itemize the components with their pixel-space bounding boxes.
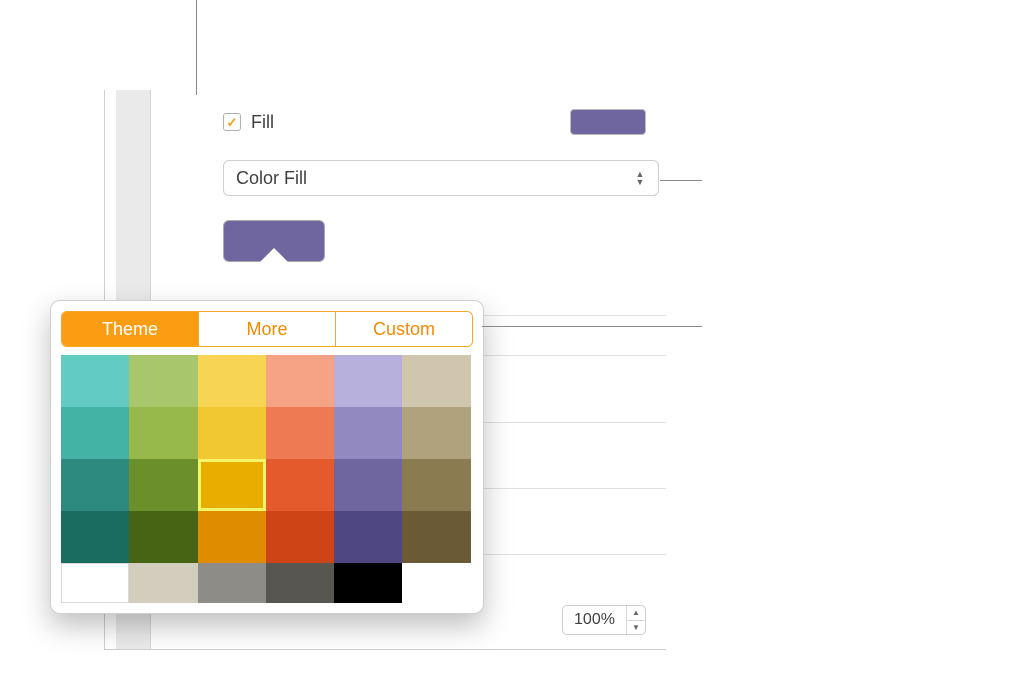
callout-leader <box>482 326 702 327</box>
fill-type-value: Color Fill <box>236 168 307 189</box>
fill-type-dropdown[interactable]: Color Fill ▲▼ <box>223 160 659 196</box>
color-swatch[interactable] <box>129 563 197 603</box>
color-swatch[interactable] <box>61 563 129 603</box>
color-swatch[interactable] <box>266 563 334 603</box>
callout-leader <box>660 180 702 181</box>
color-swatch[interactable] <box>266 355 334 407</box>
fill-color-well[interactable] <box>223 220 325 262</box>
color-swatch[interactable] <box>198 459 266 511</box>
fill-checkbox[interactable]: ✓ <box>223 113 241 131</box>
color-swatch[interactable] <box>61 355 129 407</box>
updown-icon: ▲▼ <box>634 169 646 187</box>
color-swatch[interactable] <box>61 511 129 563</box>
stepper-down[interactable]: ▼ <box>627 621 645 635</box>
color-swatch[interactable] <box>198 563 266 603</box>
color-swatch[interactable] <box>402 511 470 563</box>
color-swatch[interactable] <box>266 511 334 563</box>
color-swatch[interactable] <box>402 355 470 407</box>
tab-more[interactable]: More <box>199 312 336 346</box>
opacity-value: 100% <box>563 611 626 629</box>
opacity-stepper[interactable]: 100% ▲ ▼ <box>562 605 646 635</box>
popover-tabs: Theme More Custom <box>61 311 473 347</box>
callout-leader <box>196 0 197 95</box>
color-swatch[interactable] <box>129 511 197 563</box>
color-swatch[interactable] <box>61 407 129 459</box>
color-swatch[interactable] <box>266 459 334 511</box>
color-swatch[interactable] <box>129 355 197 407</box>
color-swatch[interactable] <box>198 407 266 459</box>
color-swatch[interactable] <box>266 407 334 459</box>
color-swatch[interactable] <box>129 407 197 459</box>
tab-custom[interactable]: Custom <box>336 312 472 346</box>
color-swatch[interactable] <box>334 459 402 511</box>
color-swatch[interactable] <box>61 459 129 511</box>
stepper-buttons: ▲ ▼ <box>626 606 645 634</box>
color-swatch[interactable] <box>334 511 402 563</box>
stepper-up[interactable]: ▲ <box>627 606 645 621</box>
fill-row: ✓ Fill <box>223 108 646 136</box>
color-swatch[interactable] <box>334 563 402 603</box>
color-swatch[interactable] <box>402 407 470 459</box>
fill-preview-swatch[interactable] <box>570 109 646 135</box>
color-swatch[interactable] <box>198 355 266 407</box>
color-swatch[interactable] <box>402 459 470 511</box>
check-icon: ✓ <box>227 116 238 129</box>
color-swatch[interactable] <box>334 355 402 407</box>
color-swatch[interactable] <box>198 511 266 563</box>
fill-label: Fill <box>251 112 274 133</box>
color-swatch[interactable] <box>334 407 402 459</box>
tab-theme[interactable]: Theme <box>62 312 199 346</box>
color-picker-popover: Theme More Custom <box>50 300 484 614</box>
color-swatch[interactable] <box>129 459 197 511</box>
theme-color-grid <box>61 355 471 603</box>
